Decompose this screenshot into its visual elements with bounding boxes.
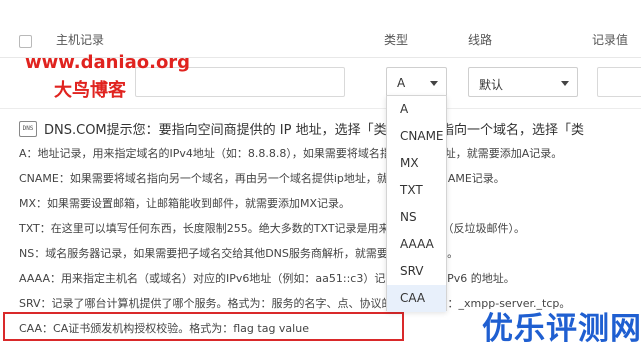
caa-highlight-box — [3, 312, 404, 341]
tip-line-txt: TXT：在这里可以填写任何东西，长度限制255。绝大多数的TXT记录是用来做SP… — [19, 222, 525, 235]
tip-line-mx: MX：如果需要设置邮箱，让邮箱能收到邮件，就需要添加MX记录。 — [19, 197, 351, 210]
record-value-header: 记录值 — [592, 33, 629, 47]
type-header: 类型 — [384, 33, 409, 47]
select-all-checkbox[interactable] — [19, 35, 32, 48]
dropdown-option-cname[interactable]: CNAME — [387, 123, 446, 150]
watermark-url: www.daniao.org — [25, 52, 191, 73]
line-header: 线路 — [468, 33, 493, 47]
type-dropdown-menu: A CNAME MX TXT NS AAAA SRV CAA — [386, 95, 447, 312]
table-header: 主机记录 类型 线路 记录值 — [0, 0, 641, 58]
type-select-value: A — [397, 76, 406, 90]
dropdown-option-srv[interactable]: SRV — [387, 258, 446, 285]
watermark-name: 大鸟博客 — [54, 80, 126, 101]
dns-tip-icon: DNS — [19, 121, 37, 137]
tip-heading: DNS.COM提示您：要指向空间商提供的 IP 地址，选择「类型A」，要指向一个… — [44, 123, 584, 138]
type-select[interactable]: A — [386, 67, 447, 97]
chevron-down-icon — [430, 81, 438, 86]
dropdown-option-txt[interactable]: TXT — [387, 177, 446, 204]
brand-watermark: 优乐评测网 — [482, 311, 641, 347]
host-record-header: 主机记录 — [56, 33, 105, 47]
tip-line-a: A：地址记录，用来指定域名的IPv4地址（如：8.8.8.8），如果需要将域名指… — [19, 147, 563, 160]
dropdown-option-mx[interactable]: MX — [387, 150, 446, 177]
dropdown-option-a[interactable]: A — [387, 96, 446, 123]
divider — [0, 108, 641, 109]
dropdown-option-caa[interactable]: CAA — [387, 285, 446, 312]
line-select-value: 默认 — [479, 78, 504, 92]
record-value-input[interactable] — [597, 67, 641, 97]
line-select[interactable]: 默认 — [468, 67, 578, 97]
dropdown-option-aaaa[interactable]: AAAA — [387, 231, 446, 258]
dropdown-option-ns[interactable]: NS — [387, 204, 446, 231]
chevron-down-icon — [561, 81, 569, 86]
